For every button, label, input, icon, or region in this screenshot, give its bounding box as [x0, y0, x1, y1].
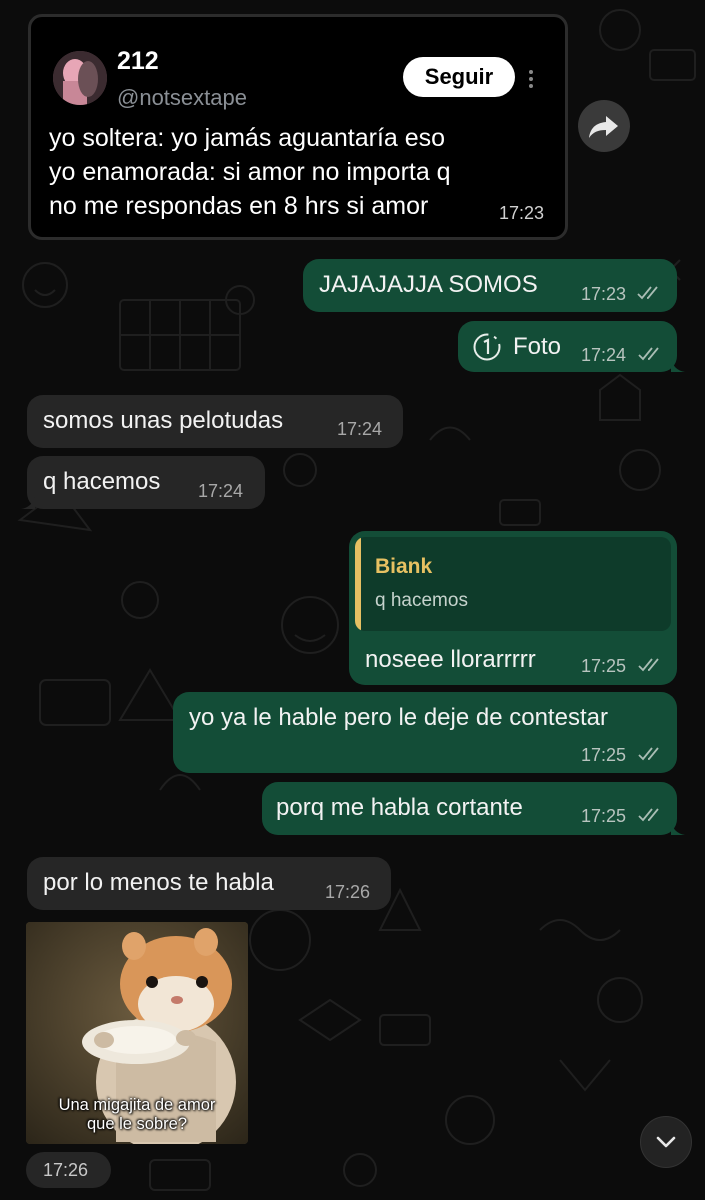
- message-time: 17:23: [497, 203, 547, 224]
- message-time: 17:26: [325, 882, 371, 902]
- follow-button[interactable]: Seguir: [403, 57, 515, 97]
- message-time: 17:23: [581, 284, 627, 304]
- tweet-card[interactable]: 212 @notsextape Seguir yo soltera: yo ja…: [28, 14, 568, 240]
- message-text: por lo menos te habla: [43, 869, 274, 896]
- message-bubble-outgoing[interactable]: Biank q hacemos noseee llorarrrrr 17:25: [349, 531, 677, 685]
- double-check-icon: [638, 658, 659, 672]
- reply-author: Biank: [375, 555, 433, 578]
- message-bubble-outgoing[interactable]: yo ya le hable pero le deje de contestar…: [173, 692, 677, 773]
- message-bubble-outgoing[interactable]: Foto 17:24: [458, 321, 685, 372]
- double-check-icon: [637, 286, 658, 300]
- double-check-icon: [638, 808, 659, 822]
- message-time: 17:25: [581, 806, 627, 826]
- message-text: q hacemos: [43, 468, 161, 495]
- image-message[interactable]: Una migajita de amor que le sobre?: [26, 922, 248, 1144]
- avatar[interactable]: [53, 51, 107, 105]
- forward-icon: [589, 116, 618, 138]
- message-bubble-incoming[interactable]: somos unas pelotudas 17:24: [27, 395, 403, 448]
- message-time: 17:26: [43, 1160, 89, 1180]
- message-time: 17:25: [581, 656, 627, 676]
- forward-button[interactable]: [578, 100, 630, 152]
- message-text: Foto: [513, 333, 562, 360]
- reply-quoted-text: q hacemos: [375, 590, 468, 611]
- double-check-icon: [638, 347, 659, 361]
- scroll-to-bottom-button[interactable]: [640, 1116, 692, 1168]
- message-text: JAJAJAJJA SOMOS: [319, 271, 538, 298]
- message-bubble-outgoing[interactable]: JAJAJAJJA SOMOS 17:23: [303, 259, 677, 312]
- message-bubble-incoming[interactable]: q hacemos 17:24: [21, 456, 265, 509]
- message-time: 17:25: [581, 745, 627, 765]
- reply-quote[interactable]: Biank q hacemos: [355, 537, 671, 631]
- chevron-down-icon: [656, 1136, 676, 1148]
- message-text: yo ya le hable pero le deje de contestar: [189, 704, 608, 731]
- bubble-tail: [671, 358, 685, 372]
- tweet-author-name[interactable]: 212: [117, 47, 159, 76]
- bubble-tail: [671, 821, 685, 835]
- message-text: somos unas pelotudas: [43, 407, 284, 434]
- message-text: porq me habla cortante: [276, 794, 523, 821]
- message-bubble-incoming[interactable]: por lo menos te habla 17:26: [27, 857, 391, 910]
- bubble-tail: [21, 495, 35, 509]
- double-check-icon: [638, 747, 659, 761]
- message-text: noseee llorarrrrr: [365, 646, 536, 673]
- tweet-author-handle[interactable]: @notsextape: [117, 85, 247, 111]
- tweet-body: yo soltera: yo jamás aguantaría eso yo e…: [49, 124, 451, 220]
- image-caption: Una migajita de amor que le sobre?: [58, 1096, 216, 1133]
- message-bubble-outgoing[interactable]: porq me habla cortante 17:25: [262, 782, 685, 835]
- image-time-pill: 17:26: [26, 1152, 111, 1188]
- more-vertical-icon[interactable]: [528, 69, 534, 89]
- message-time: 17:24: [337, 419, 383, 439]
- reply-bar: [355, 537, 361, 631]
- message-time: 17:24: [198, 481, 244, 501]
- view-once-icon: [473, 333, 501, 361]
- message-time: 17:24: [581, 345, 627, 365]
